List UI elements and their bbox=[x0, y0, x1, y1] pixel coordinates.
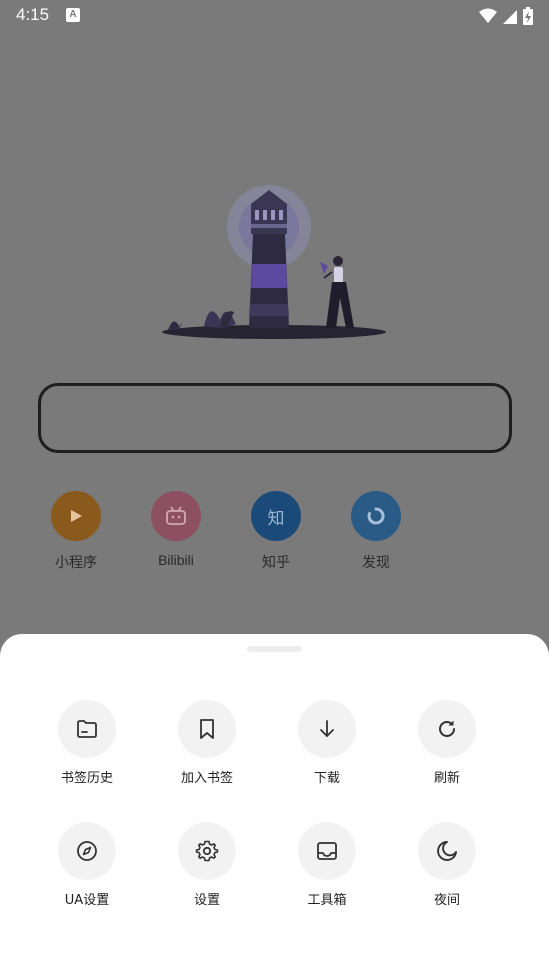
lighthouse-illustration bbox=[162, 185, 386, 339]
inbox-tray-icon bbox=[298, 822, 356, 880]
status-bar: 4:15 A bbox=[0, 0, 549, 32]
bookmark-icon bbox=[178, 700, 236, 758]
bookmark-history-button[interactable]: 书签历史 bbox=[27, 700, 147, 786]
refresh-button[interactable]: 刷新 bbox=[387, 700, 507, 786]
action-label: 设置 bbox=[193, 893, 220, 908]
folder-icon bbox=[58, 700, 116, 758]
action-label: 夜间 bbox=[433, 893, 460, 908]
ua-settings-button[interactable]: UA设置 bbox=[27, 822, 147, 908]
shortcut-label: 知乎 bbox=[262, 554, 290, 570]
status-time: 4:15 bbox=[16, 5, 50, 24]
shortcut-grid: 小程序 Bilibili 知 知乎 发现 bbox=[26, 491, 426, 581]
shortcut-label: 发现 bbox=[362, 554, 390, 570]
download-button[interactable]: 下载 bbox=[267, 700, 387, 786]
night-mode-button[interactable]: 夜间 bbox=[387, 822, 507, 908]
toolbox-button[interactable]: 工具箱 bbox=[267, 822, 387, 908]
arrow-down-icon bbox=[298, 700, 356, 758]
action-label: 加入书签 bbox=[180, 771, 233, 786]
battery-charging-icon bbox=[523, 7, 533, 25]
moon-icon bbox=[418, 822, 476, 880]
signal-icon bbox=[503, 10, 517, 24]
action-label: 书签历史 bbox=[60, 771, 113, 786]
action-label: 刷新 bbox=[433, 771, 460, 786]
shortcut-label: 小程序 bbox=[55, 554, 97, 570]
shortcut-zhihu[interactable]: 知 知乎 bbox=[226, 491, 326, 572]
drag-handle[interactable] bbox=[247, 646, 302, 652]
add-bookmark-button[interactable]: 加入书签 bbox=[147, 700, 267, 786]
search-input[interactable] bbox=[38, 383, 512, 453]
shortcut-bilibili[interactable]: Bilibili bbox=[126, 491, 226, 568]
shortcut-discover[interactable]: 发现 bbox=[326, 491, 426, 572]
play-icon bbox=[51, 491, 101, 541]
a-icon: A bbox=[66, 8, 80, 22]
zhihu-icon-text: 知 bbox=[267, 508, 285, 529]
loading-ring-icon bbox=[351, 491, 401, 541]
gear-icon bbox=[178, 822, 236, 880]
settings-button[interactable]: 设置 bbox=[147, 822, 267, 908]
shortcut-label: Bilibili bbox=[158, 552, 194, 568]
action-label: 下载 bbox=[313, 771, 340, 786]
bottom-sheet-menu: 书签历史 加入书签 下载 刷新 UA设置 设置 工具箱 夜间 bbox=[0, 634, 549, 976]
system-icons bbox=[479, 6, 533, 26]
action-label: 工具箱 bbox=[307, 893, 347, 908]
wifi-icon bbox=[479, 8, 497, 23]
tv-icon bbox=[151, 491, 201, 541]
action-label: UA设置 bbox=[64, 893, 110, 908]
refresh-icon bbox=[418, 700, 476, 758]
zhihu-icon: 知 bbox=[251, 491, 301, 541]
compass-icon bbox=[58, 822, 116, 880]
shortcut-mini-program[interactable]: 小程序 bbox=[26, 491, 126, 572]
